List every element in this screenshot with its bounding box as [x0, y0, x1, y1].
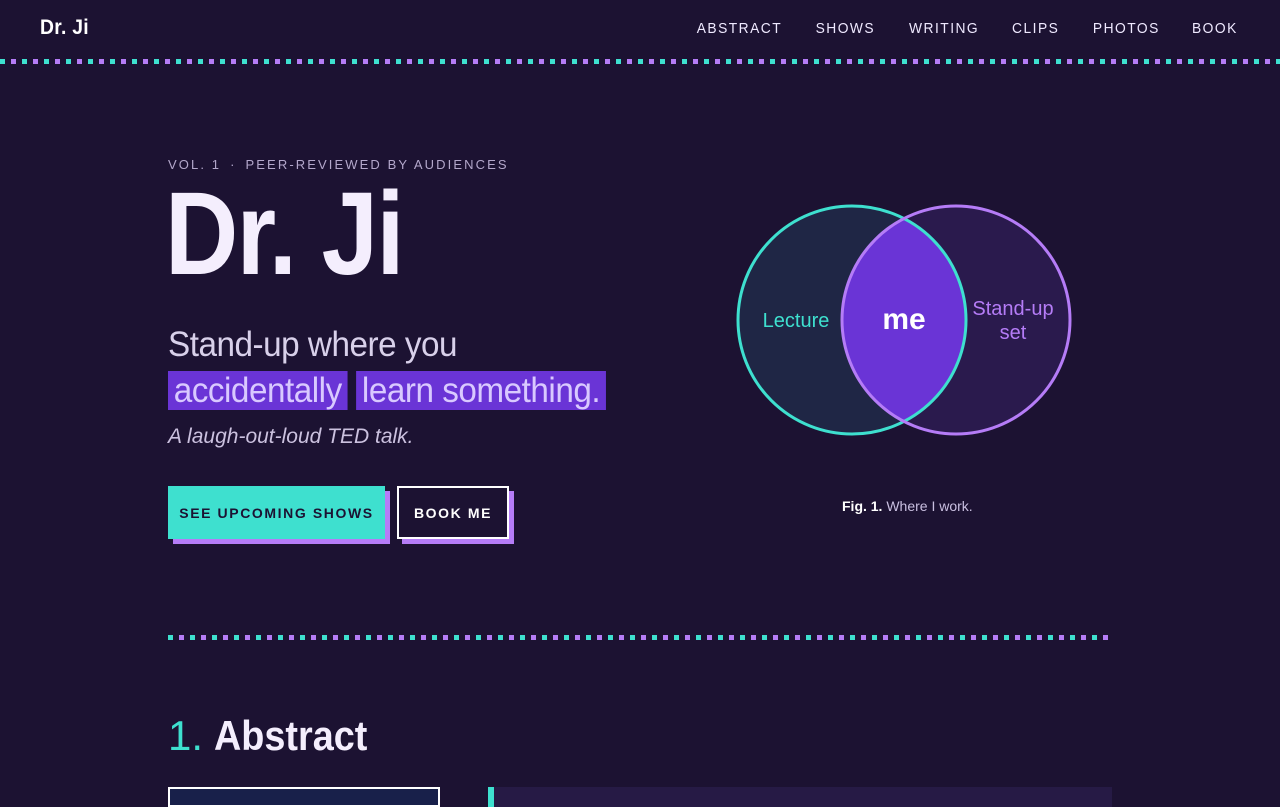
tagline-highlight-2: learn something.: [356, 371, 606, 410]
figure-caption-text: Where I work.: [886, 498, 973, 514]
section-title: Abstract: [214, 712, 368, 759]
abstract-photo: [168, 787, 440, 807]
hero-title: Dr. Ji: [165, 168, 405, 300]
venn-label-set: set: [1000, 322, 1027, 344]
nav-item-book[interactable]: BOOK: [1192, 20, 1238, 37]
site-logo[interactable]: Dr. Ji: [40, 16, 89, 40]
venn-label-lecture: Lecture: [763, 310, 830, 332]
abstract-card: [488, 787, 1112, 807]
nav-item-writing[interactable]: WRITING: [909, 20, 979, 37]
see-upcoming-shows-button[interactable]: SEE UPCOMING SHOWS: [168, 486, 385, 539]
figure-caption-label: Fig. 1.: [842, 498, 883, 514]
tagline-highlight-1: accidentally: [168, 371, 348, 410]
nav-item-photos[interactable]: PHOTOS: [1092, 20, 1159, 37]
section-dotted-divider: [168, 635, 1112, 640]
nav-item-clips[interactable]: CLIPS: [1012, 20, 1059, 37]
venn-label-standup: Stand-up: [972, 298, 1053, 320]
tagline-text: Stand-up where you: [168, 325, 458, 364]
book-me-button[interactable]: BOOK ME: [397, 486, 509, 539]
nav-item-shows[interactable]: SHOWS: [816, 20, 875, 37]
main-nav: ABSTRACT SHOWS WRITING CLIPS PHOTOS BOOK: [693, 20, 1240, 37]
figure-caption: Fig. 1. Where I work.: [842, 498, 973, 514]
nav-item-abstract[interactable]: ABSTRACT: [696, 20, 781, 37]
section-number: 1.: [168, 712, 204, 759]
header-dotted-divider: [0, 59, 1280, 64]
hero-subtagline: A laugh-out-loud TED talk.: [168, 425, 414, 448]
venn-label-me: me: [882, 303, 925, 336]
venn-diagram: Lecture me Stand-up set: [736, 204, 1072, 436]
hero-tagline: Stand-up where you accidentally learn so…: [168, 322, 643, 414]
